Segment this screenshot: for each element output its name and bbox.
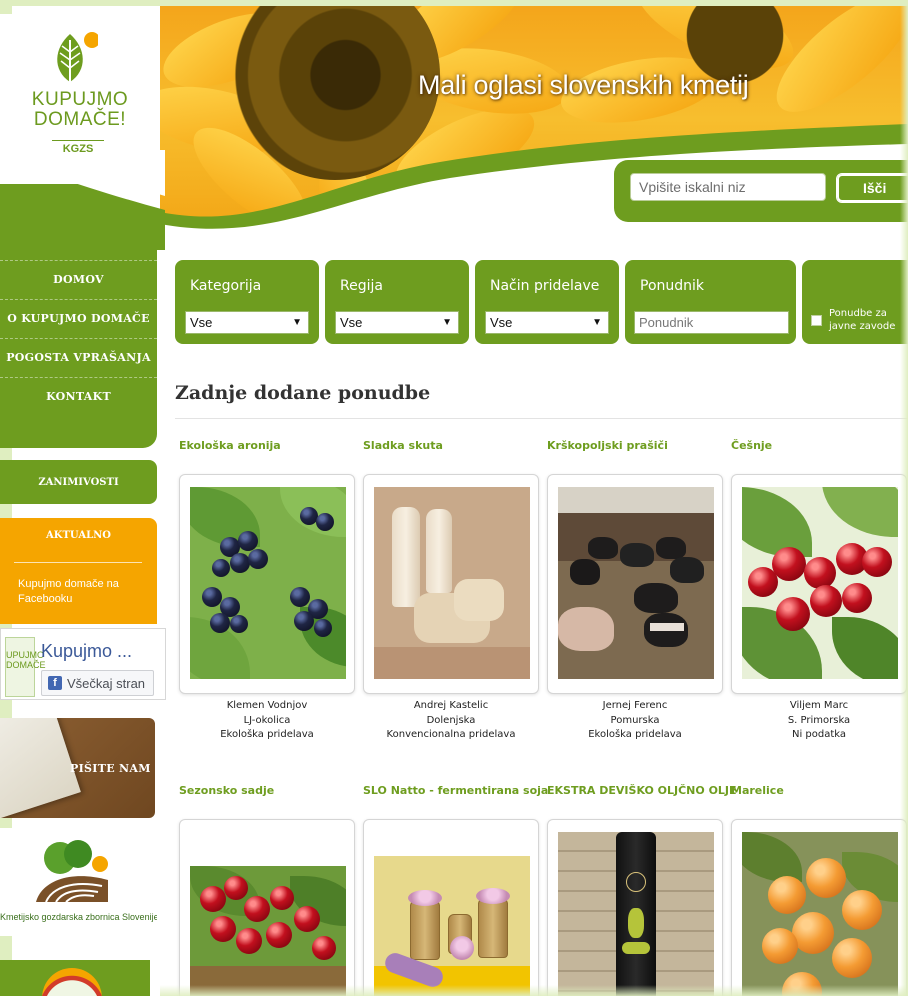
paper-note-icon — [0, 718, 81, 818]
javni-zavodi-checkbox[interactable] — [811, 315, 822, 326]
filter-ponudnik: Ponudnik — [625, 260, 796, 344]
dropdown-arrow-icon: ▼ — [442, 317, 452, 328]
product-image-natto — [374, 856, 530, 996]
product-image-aronija — [190, 487, 346, 679]
logo-wordmark: KUPUJMO DOMAČE! — [31, 89, 129, 130]
listing-title-skuta[interactable]: Sladka skuta — [363, 439, 443, 452]
filter-javni-zavodi: Ponudbe za javne zavode — [802, 260, 908, 344]
seller-region: LJ-okolica — [243, 714, 291, 726]
filter-bar: Kategorija Vse ▼ Regija Vse ▼ Način pridel… — [175, 260, 908, 344]
listing-card[interactable] — [547, 819, 723, 996]
listing-title-sezonsko-sadje[interactable]: Sezonsko sadje — [179, 784, 274, 797]
facebook-icon: f — [48, 676, 62, 690]
facebook-widget: UPUJMO DOMAČE Kupujmo ... f Všečkaj stra… — [0, 628, 166, 700]
seller-name: Klemen Vodnjov — [226, 700, 308, 711]
product-image-marelice — [742, 832, 898, 996]
listing-meta: Andrej Kastelic Dolenjska Konvencionalna… — [363, 699, 539, 743]
listing-title-marelice[interactable]: Marelice — [731, 784, 784, 797]
production-method: Ni podatka — [791, 729, 847, 740]
seller-region: Pomurska — [610, 714, 660, 726]
listing-meta: Viljem Marc S. Primorska Ni podatka — [731, 699, 907, 743]
listing-title-aronija[interactable]: Ekološka aronija — [179, 439, 281, 452]
listing-title-cesnje[interactable]: Češnje — [731, 439, 772, 452]
dropdown-arrow-icon: ▼ — [292, 317, 302, 328]
facebook-like-button[interactable]: f Všečkaj stran — [41, 670, 155, 696]
pisite-nam-button[interactable]: PIŠITE NAM — [0, 718, 155, 818]
product-image-sezonsko-sadje — [190, 866, 346, 996]
facebook-page-name[interactable]: Kupujmo ... — [41, 641, 132, 662]
main-navigation: DOMOV O KUPUJMO DOMAČE POGOSTA VPRAŠANJA… — [0, 248, 157, 448]
seller-name: Viljem Marc — [789, 700, 849, 711]
leaf-icon — [57, 32, 98, 86]
listing-title-olje[interactable]: EKSTRA DEVIŠKO OLJČNO OLJE — [547, 784, 737, 797]
product-image-skuta — [374, 487, 530, 679]
production-method: Ekološka pridelava — [220, 729, 314, 740]
site-title: Mali oglasi slovenskih kmetij — [418, 70, 749, 100]
search-input[interactable] — [630, 173, 826, 201]
facebook-page-thumbnail[interactable]: UPUJMO DOMAČE — [5, 637, 46, 697]
aktualno-panel: AKTUALNO Kupujmo domače na Facebooku — [0, 518, 157, 624]
dropdown-arrow-icon: ▼ — [592, 317, 602, 328]
filter-regija: Regija Vse ▼ — [325, 260, 469, 344]
facebook-link[interactable]: Kupujmo domače na Facebooku — [18, 577, 148, 607]
section-title: Zadnje dodane ponudbe — [175, 382, 431, 404]
filter-kategorija: Kategorija Vse ▼ — [175, 260, 319, 344]
production-method: Konvencionalna pridelava — [386, 729, 516, 740]
kgzs-logo[interactable]: Kmetijsko gozdarska zbornica Slovenije — [0, 828, 157, 936]
seller-name: Andrej Kastelic — [413, 700, 489, 711]
seller-region: Dolenjska — [426, 714, 476, 726]
nav-faq[interactable]: POGOSTA VPRAŠANJA — [0, 338, 157, 376]
aktualno-title: AKTUALNO — [46, 530, 111, 541]
kgzs-emblem-icon — [36, 840, 108, 903]
nacin-pridelave-select[interactable]: Vse ▼ — [485, 311, 609, 334]
listing-title-natto[interactable]: SLO Natto - fermentirana soja — [363, 784, 548, 797]
nav-home[interactable]: DOMOV — [0, 260, 157, 298]
product-image-olje — [558, 832, 714, 996]
product-image-cesnje — [742, 487, 898, 679]
logo-kgzs: KGZS — [52, 140, 104, 155]
search-button[interactable]: Išči — [836, 173, 908, 203]
seller-name: Jernej Ferenc — [602, 700, 668, 711]
zanimivosti-button[interactable]: ZANIMIVOSTI — [0, 460, 157, 504]
listing-card[interactable] — [179, 819, 355, 996]
regija-select[interactable]: Vse ▼ — [335, 311, 459, 334]
seller-region: S. Primorska — [787, 714, 851, 726]
listing-title-prasici[interactable]: Krškopoljski prašiči — [547, 439, 668, 452]
listing-card[interactable] — [363, 819, 539, 996]
nav-contact[interactable]: KONTAKT — [0, 377, 157, 415]
listing-card[interactable] — [363, 474, 539, 694]
listing-card[interactable] — [547, 474, 723, 694]
production-method: Ekološka pridelava — [588, 729, 682, 740]
listing-card[interactable] — [731, 474, 907, 694]
kategorija-select[interactable]: Vse ▼ — [185, 311, 309, 334]
listing-card[interactable] — [731, 819, 907, 996]
sidebar-bottom-banner[interactable] — [0, 960, 150, 996]
listing-meta: Klemen Vodnjov LJ-okolica Ekološka pride… — [179, 699, 355, 743]
filter-nacin-pridelave: Način pridelave Vse ▼ — [475, 260, 619, 344]
listing-card[interactable] — [179, 474, 355, 694]
product-image-prasici — [558, 487, 714, 679]
page: Mali oglasi slovenskih kmetij Išči KUPUJ… — [0, 0, 908, 996]
listing-meta: Jernej Ferenc Pomurska Ekološka pridelav… — [547, 699, 723, 743]
produce-logo-icon — [42, 968, 102, 996]
site-logo[interactable]: KUPUJMO DOMAČE! KGZS — [0, 14, 160, 184]
nav-about[interactable]: O KUPUJMO DOMAČE — [0, 299, 157, 337]
ponudnik-input[interactable] — [634, 311, 789, 334]
